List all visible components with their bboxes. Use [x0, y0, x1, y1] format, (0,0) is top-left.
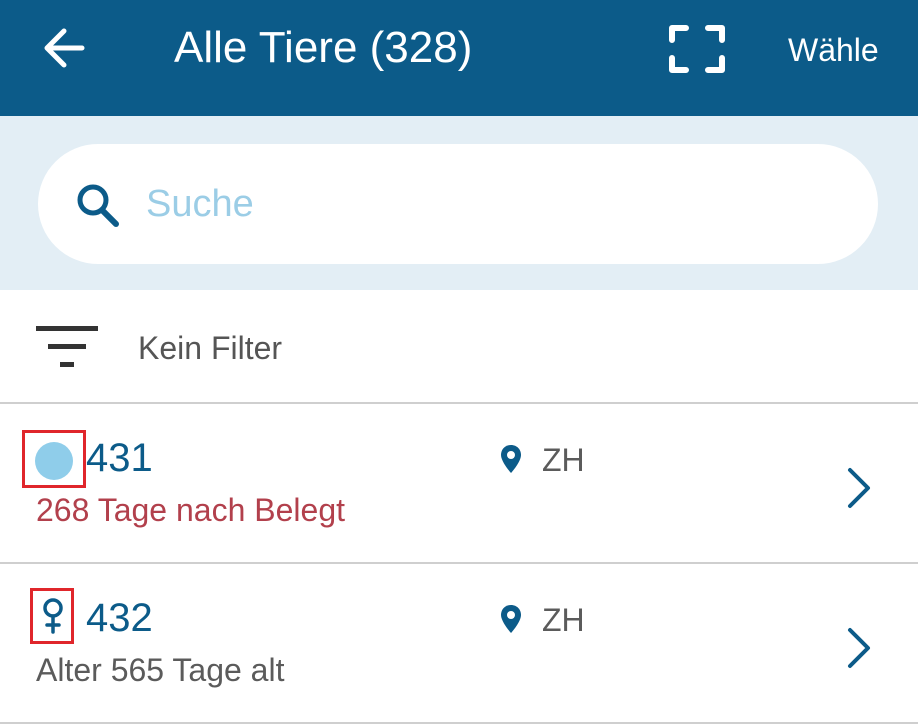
search-area — [0, 116, 918, 290]
back-button[interactable] — [34, 22, 94, 74]
chevron-right-icon — [848, 468, 870, 508]
animal-status: Alter 565 Tage alt — [36, 652, 285, 688]
chevron-right-icon — [848, 628, 870, 668]
scan-frame-icon — [669, 25, 725, 73]
select-button[interactable]: Wähle — [788, 28, 879, 72]
arrow-left-icon — [44, 28, 85, 68]
female-icon — [43, 598, 63, 634]
list-item[interactable]: 431 268 Tage nach Belegt ZH — [0, 404, 918, 564]
filter-label: Kein Filter — [138, 330, 283, 366]
highlight-box — [30, 588, 74, 644]
search-icon — [77, 184, 119, 227]
location-pin-icon — [501, 445, 521, 473]
location-pin-icon — [501, 605, 521, 633]
search-box[interactable] — [38, 144, 878, 264]
app-header: Alle Tiere (328) Wähle — [0, 0, 918, 116]
scan-button[interactable] — [664, 20, 730, 78]
search-input[interactable] — [146, 176, 826, 232]
list-item[interactable]: 432 Alter 565 Tage alt ZH — [0, 564, 918, 724]
highlight-box — [22, 430, 86, 488]
filter-icon — [36, 326, 98, 367]
light-blue-dot-icon — [35, 442, 73, 480]
animal-id: 432 — [86, 596, 153, 640]
page-title: Alle Tiere (328) — [174, 23, 473, 72]
animal-id: 431 — [86, 436, 153, 480]
location-label: ZH — [542, 602, 585, 638]
location-label: ZH — [542, 442, 585, 478]
animal-status: 268 Tage nach Belegt — [36, 492, 345, 528]
filter-row[interactable]: Kein Filter — [0, 290, 918, 404]
